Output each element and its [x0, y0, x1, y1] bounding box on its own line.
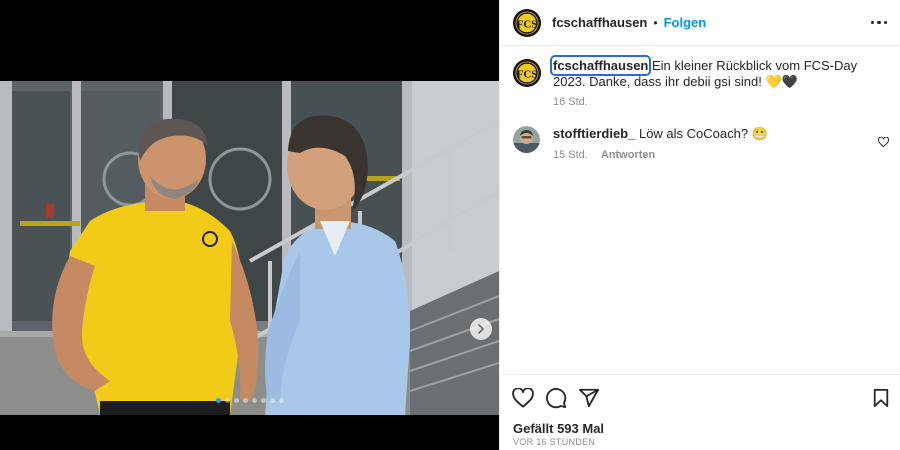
instagram-post: FCS fcschaffhausen • Folgen FCS fcschaff… — [0, 0, 900, 450]
reply-button[interactable]: Antworten — [601, 149, 655, 161]
post-header: FCS fcschaffhausen • Folgen — [500, 0, 900, 46]
more-horizontal-icon[interactable] — [869, 17, 890, 29]
follow-button[interactable]: Folgen — [664, 15, 707, 30]
likes-count[interactable]: Gefällt 593 Mal — [513, 421, 604, 436]
action-bar — [512, 387, 890, 409]
comment-text-block: stofftierdieb_ Löw als CoCoach? 😬 — [553, 126, 878, 142]
carousel-dot — [242, 398, 248, 403]
carousel-indicator — [0, 398, 499, 403]
chevron-right-icon — [477, 324, 485, 334]
club-logo-avatar[interactable]: FCS — [513, 8, 541, 37]
comment-meta: 15 Std. Antworten — [553, 149, 878, 161]
bookmark-icon[interactable] — [872, 388, 890, 408]
logo-letters: FCS — [517, 69, 538, 81]
commenter-avatar[interactable] — [513, 126, 540, 153]
caption-body: fcschaffhausen Ein kleiner Rückblick vom… — [549, 55, 889, 108]
carousel-dot — [269, 398, 275, 403]
post-photo[interactable] — [0, 81, 499, 415]
carousel-dot — [224, 398, 230, 403]
caption-time: 16 Std. — [553, 96, 588, 108]
comment-heart-icon[interactable] — [877, 134, 890, 161]
caption-text-block: fcschaffhausen Ein kleiner Rückblick vom… — [549, 55, 889, 90]
post-timestamp: VOR 16 STUNDEN — [513, 437, 596, 447]
comment-body: stofftierdieb_ Löw als CoCoach? 😬 15 Std… — [553, 126, 878, 161]
logo-letters: FCS — [517, 18, 538, 30]
post-sidebar: FCS fcschaffhausen • Folgen FCS fcschaff… — [499, 0, 900, 450]
comment-item: stofftierdieb_ Löw als CoCoach? 😬 15 Std… — [513, 126, 890, 161]
post-media — [0, 0, 499, 450]
carousel-dot — [278, 398, 284, 403]
post-caption: FCS fcschaffhausen Ein kleiner Rückblick… — [513, 55, 889, 108]
next-photo-button[interactable] — [470, 318, 492, 340]
header-separator: • — [653, 15, 658, 30]
carousel-dot — [251, 398, 257, 403]
comment-icon[interactable] — [545, 387, 567, 409]
action-section: Gefällt 593 Mal VOR 16 STUNDEN — [500, 374, 900, 450]
carousel-dot — [260, 398, 266, 403]
caption-username-link[interactable]: fcschaffhausen — [549, 55, 652, 76]
comment-text: Löw als CoCoach? 😬 — [638, 126, 768, 141]
header-username[interactable]: fcschaffhausen — [552, 15, 647, 30]
comment-time: 15 Std. — [553, 149, 588, 161]
heart-icon[interactable] — [512, 388, 534, 408]
comment-username[interactable]: stofftierdieb_ — [553, 126, 635, 141]
carousel-dot — [215, 398, 221, 403]
send-icon[interactable] — [578, 387, 600, 409]
club-logo-avatar[interactable]: FCS — [513, 59, 541, 87]
carousel-dot — [233, 398, 239, 403]
